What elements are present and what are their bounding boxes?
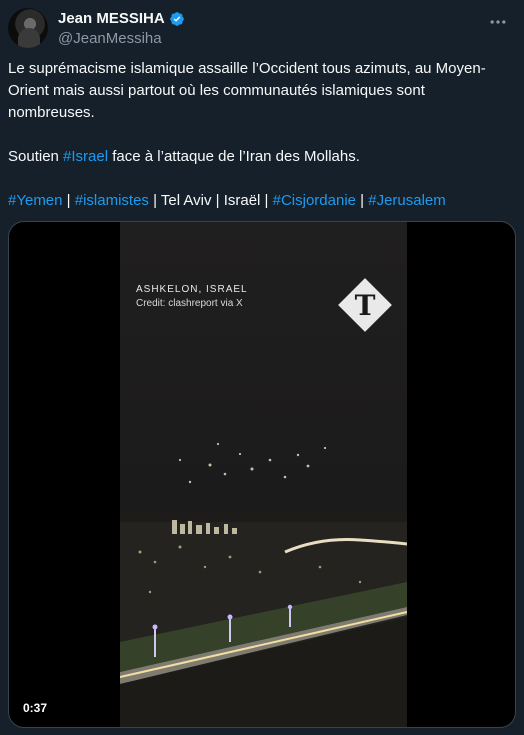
- hashtag-israel[interactable]: #Israel: [63, 148, 108, 165]
- tweet-hashtags: #Yemen | #islamistes | Tel Aviv | Israël…: [8, 190, 514, 212]
- separator: |: [356, 192, 369, 209]
- video-location-caption: ASHKELON, ISRAEL: [136, 284, 248, 295]
- hashtag-cisjordanie[interactable]: #Cisjordanie: [273, 192, 356, 209]
- publisher-logo-letter: T: [354, 288, 376, 322]
- tweet-paragraph-1: Le suprémacisme islamique assaille l’Occ…: [8, 60, 486, 121]
- handle[interactable]: @JeanMessiha: [58, 30, 162, 47]
- publisher-logo: T: [338, 278, 392, 332]
- separator: |: [62, 192, 75, 209]
- hashtag-jerusalem[interactable]: #Jerusalem: [368, 192, 446, 209]
- text-segment: Soutien: [8, 148, 64, 165]
- text-segment: face à l’attaque de l’Iran des Mollahs.: [108, 148, 360, 165]
- display-name[interactable]: Jean MESSIHA: [58, 10, 165, 27]
- video-player[interactable]: ASHKELON, ISRAEL Credit: clashreport via…: [8, 221, 516, 728]
- video-frame[interactable]: ASHKELON, ISRAEL Credit: clashreport via…: [120, 222, 407, 727]
- video-duration-badge: 0:37: [17, 699, 54, 717]
- avatar[interactable]: [8, 8, 48, 48]
- text-segment: | Tel Aviv | Israël |: [148, 192, 273, 209]
- verified-badge-icon: [169, 11, 184, 26]
- more-options-icon[interactable]: [486, 10, 510, 34]
- hashtag-islamistes[interactable]: #islamistes: [75, 192, 149, 209]
- tweet-header: Jean MESSIHA @JeanMessiha: [8, 8, 516, 48]
- name-row: Jean MESSIHA: [58, 10, 185, 27]
- tweet-text: Le suprémacisme islamique assaille l’Occ…: [8, 58, 514, 212]
- tweet-paragraph-2: Soutien #Israel face à l’attaque de l’Ir…: [8, 146, 514, 168]
- hashtag-yemen[interactable]: #Yemen: [8, 192, 63, 209]
- video-credit-caption: Credit: clashreport via X: [136, 298, 243, 309]
